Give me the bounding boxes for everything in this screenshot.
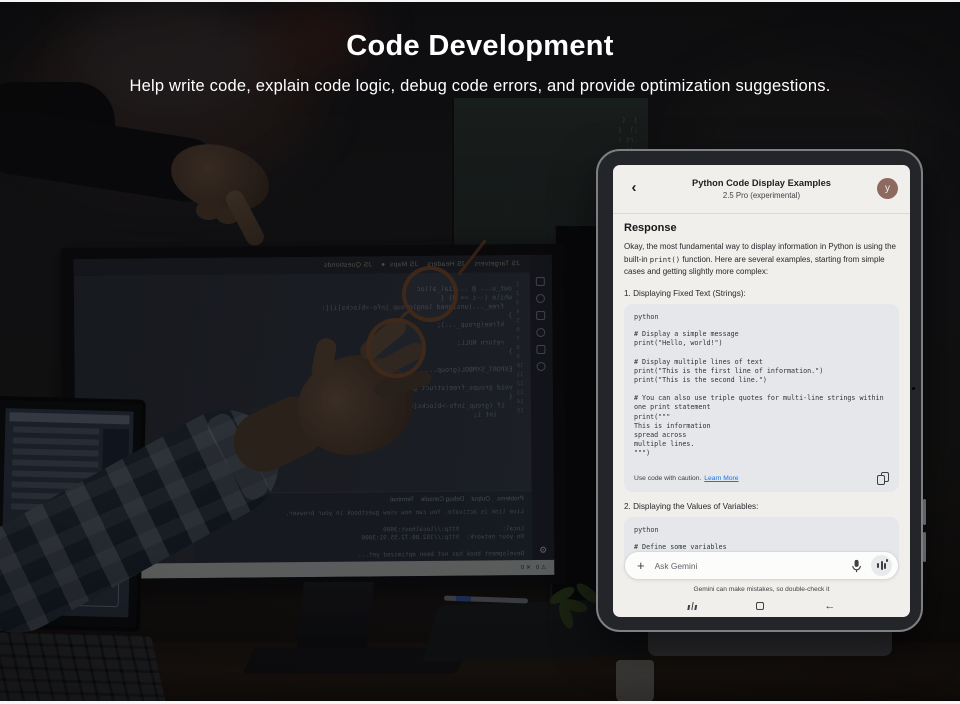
git-branch-icon [537,311,546,320]
nav-back-icon[interactable]: ← [824,601,835,612]
page-title: Code Development [0,30,960,63]
photo-ide-line-numbers: 1 2 3 4 5 6 7 8 9 10 11 12 13 14 15 [516,281,529,416]
volume-up-button[interactable] [923,499,926,525]
front-camera [912,387,915,390]
extensions-icon [537,345,546,354]
photo-laptop-keyboard [0,631,167,704]
copy-icon[interactable] [877,472,889,485]
caution-text: Use code with caution. [634,475,701,482]
gear-icon: ⚙ [532,545,554,556]
volume-down-button[interactable] [923,532,926,562]
section2-title: 2. Displaying the Values of Variables: [624,502,899,511]
response-scroll-area[interactable]: Response Okay, the most fundamental way … [613,214,910,569]
disclaimer-text: Gemini can make mistakes, so double-chec… [613,586,910,593]
gemini-app-screen: ‹ Python Code Display Examples 2.5 Pro (… [613,165,910,617]
search-icon [536,294,545,303]
response-heading: Response [624,222,899,234]
recents-icon[interactable] [687,602,697,610]
back-button[interactable]: ‹ [625,177,643,199]
photo-terminal-output: Live link is activate. You can now view … [202,508,524,561]
app-header: ‹ Python Code Display Examples 2.5 Pro (… [613,165,910,213]
photo-monitor-stand [296,582,374,658]
tablet-mockup: ‹ Python Code Display Examples 2.5 Pro (… [596,149,923,632]
code-language-label: python [634,313,889,321]
debug-icon [537,328,546,337]
microphone-icon[interactable] [851,559,862,573]
file-icon [536,277,545,286]
response-intro: Okay, the most fundamental way to displa… [624,241,899,279]
banner-text: Code Development Help write code, explai… [0,0,960,96]
code-block-1: python # Display a simple message print(… [624,304,899,492]
avatar[interactable]: y [877,178,898,199]
inline-code: print() [650,255,680,264]
conversation-title: Python Code Display Examples [613,178,910,188]
plus-icon[interactable]: + [637,559,645,572]
photo-glasses-lens [366,318,426,378]
page-subtitle: Help write code, explain code logic, deb… [40,77,920,96]
input-placeholder: Ask Gemini [655,561,698,571]
top-border [0,0,960,2]
photo-ide-activity-bar: ⚙ [530,255,555,560]
code-content: # Display a simple message print("Hello,… [634,330,889,458]
android-nav-bar: ← [613,595,910,617]
section1-title: 1. Displaying Fixed Text (Strings): [624,289,899,298]
photo-cup [616,660,654,704]
learn-more-link[interactable]: Learn More [704,475,738,482]
voice-mode-icon[interactable] [871,555,892,576]
home-icon[interactable] [756,602,764,610]
promo-banner: } { ;) { .rt ( :4); JS Targetvers JS Hea… [0,0,960,704]
code-language-label: python [634,526,889,534]
model-selector[interactable]: 2.5 Pro (experimental) [613,191,910,200]
photo-status-problems: ⚠ 0 ✕ 0 [521,564,546,571]
photo-ide-tabbar: JS Targetvers JS Headers JS Maps ● JS Qu… [74,255,530,277]
ask-gemini-input[interactable]: + Ask Gemini [624,551,899,580]
code-footer: Use code with caution. Learn More [634,472,889,485]
refresh-icon [537,362,546,371]
